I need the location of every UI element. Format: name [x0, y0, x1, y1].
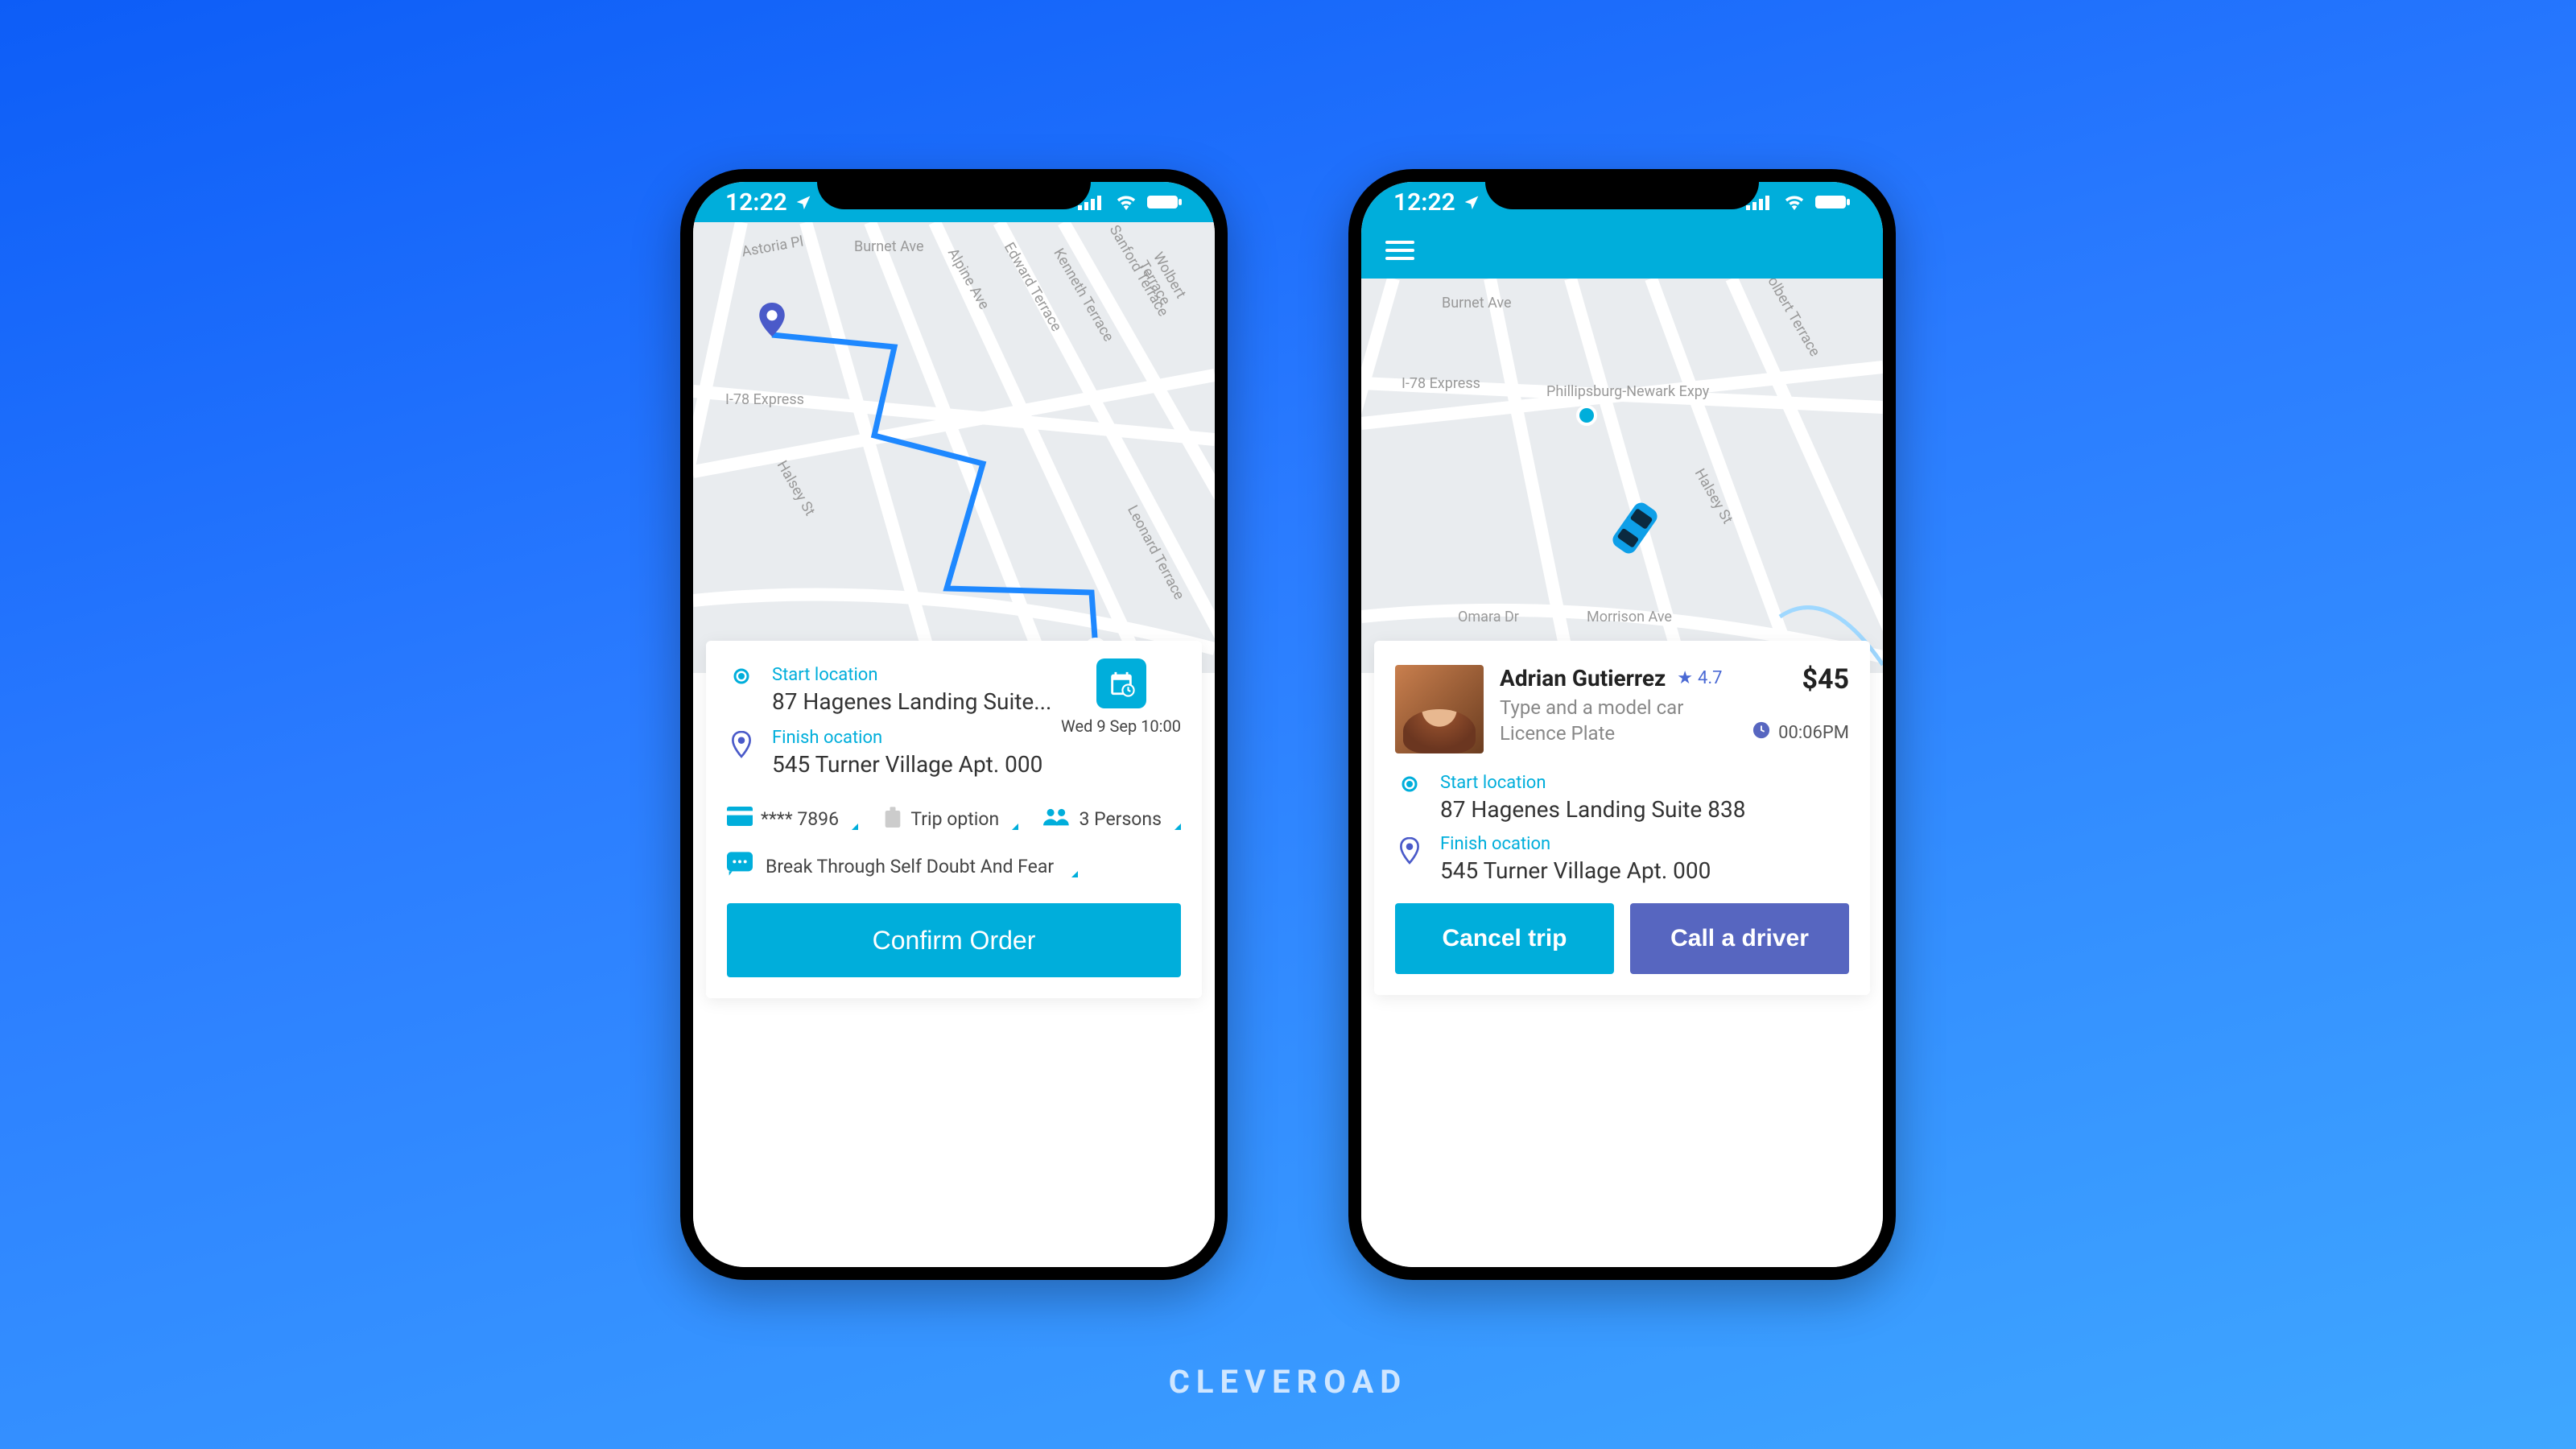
battery-icon — [1815, 188, 1851, 217]
status-time-group: 12:22 — [725, 188, 811, 217]
action-button-row: Cancel trip Call a driver — [1395, 903, 1849, 974]
calendar-button[interactable] — [1096, 658, 1146, 708]
luggage-icon — [883, 805, 902, 832]
finish-pin-icon — [727, 728, 756, 758]
rating-value: 4.7 — [1698, 668, 1723, 688]
corner-indicator-icon — [1174, 824, 1181, 830]
driver-avatar — [1395, 665, 1484, 753]
location-arrow-icon — [1463, 188, 1480, 217]
trip-option[interactable]: Trip option — [883, 805, 1018, 832]
corner-indicator-icon — [852, 824, 858, 830]
menu-icon[interactable] — [1385, 241, 1414, 260]
trip-option-label: Trip option — [910, 808, 999, 830]
star-icon: ★ — [1677, 668, 1693, 688]
blank-area — [693, 998, 1215, 1267]
finish-location-label: Finish ocation — [1440, 834, 1849, 854]
trip-price: $45 — [1802, 663, 1849, 696]
status-time-group: 12:22 — [1393, 188, 1480, 217]
card-icon — [727, 807, 753, 831]
corner-indicator-icon — [1071, 871, 1078, 877]
street-label: Burnet Ave — [854, 238, 924, 255]
persons-option[interactable]: 3 Persons — [1043, 805, 1181, 832]
map-view[interactable]: Astoria Pl Burnet Ave Alpine Ave Edward … — [693, 222, 1215, 673]
brand-watermark: CLEVEROAD — [1169, 1363, 1408, 1401]
map-view[interactable]: Burnet Ave I-78 Express Phillipsburg-New… — [1361, 279, 1883, 673]
notch — [1485, 169, 1759, 209]
confirm-order-button[interactable]: Confirm Order — [727, 903, 1181, 977]
start-location-row[interactable]: Start location 87 Hagenes Landing Suite … — [1395, 773, 1849, 823]
street-label: Phillipsburg-Newark Expy — [1546, 383, 1709, 400]
app-header — [1361, 222, 1883, 279]
phone-mockup-left: 12:22 — [680, 169, 1228, 1280]
car-model: Type and a model car — [1500, 696, 1849, 719]
street-label: Morrison Ave — [1587, 609, 1672, 625]
message-icon — [727, 852, 753, 881]
status-time: 12:22 — [725, 188, 787, 217]
status-right — [1078, 188, 1183, 217]
driver-name: Adrian Gutierrez — [1500, 665, 1666, 691]
call-driver-button[interactable]: Call a driver — [1630, 903, 1849, 974]
cancel-trip-button[interactable]: Cancel trip — [1395, 903, 1614, 974]
phone-mockup-right: 12:22 — [1348, 169, 1896, 1280]
driver-rating: ★ 4.7 — [1677, 668, 1722, 688]
wifi-icon — [1783, 188, 1806, 217]
battery-icon — [1147, 188, 1183, 217]
schedule-block: Wed 9 Sep 10:00 — [1061, 658, 1181, 736]
street-label: Omara Dr — [1458, 609, 1519, 625]
finish-location-value: 545 Turner Village Apt. 000 — [1440, 857, 1849, 884]
options-row: **** 7896 Trip option 3 — [727, 799, 1181, 832]
people-icon — [1043, 807, 1071, 831]
order-card: Wed 9 Sep 10:00 Start location 87 Hagene… — [706, 641, 1202, 998]
start-location-value: 87 Hagenes Landing Suite 838 — [1440, 796, 1849, 823]
corner-indicator-icon — [1012, 824, 1018, 830]
status-time: 12:22 — [1393, 188, 1455, 217]
screen-right: 12:22 — [1361, 182, 1883, 1267]
start-location-label: Start location — [1440, 773, 1849, 793]
notch — [817, 169, 1091, 209]
note-row[interactable]: Break Through Self Doubt And Fear — [727, 852, 1181, 881]
finish-location-value: 545 Turner Village Apt. 000 — [772, 751, 1181, 778]
driver-card: $45 00:06PM Adrian Gutierrez ★ — [1374, 641, 1870, 995]
payment-method[interactable]: **** 7896 — [727, 805, 858, 832]
eta-text: 00:06PM — [1778, 723, 1849, 743]
clock-icon — [1752, 721, 1770, 744]
location-arrow-icon — [795, 188, 811, 217]
finish-location-row[interactable]: Finish ocation 545 Turner Village Apt. 0… — [1395, 834, 1849, 884]
finish-pin-icon — [1395, 834, 1424, 865]
persons-label: 3 Persons — [1079, 808, 1162, 830]
wifi-icon — [1115, 188, 1137, 217]
street-label: I-78 Express — [1402, 375, 1480, 392]
status-right — [1746, 188, 1851, 217]
street-label: I-78 Express — [725, 391, 804, 408]
pin-start-icon — [759, 303, 785, 340]
start-dot-icon — [1395, 773, 1424, 792]
schedule-datetime: Wed 9 Sep 10:00 — [1061, 716, 1181, 736]
payment-masked: **** 7896 — [761, 808, 839, 830]
screen-left: 12:22 — [693, 182, 1215, 1267]
start-dot-icon — [727, 665, 756, 684]
street-label: Burnet Ave — [1442, 295, 1512, 312]
note-text: Break Through Self Doubt And Fear — [766, 856, 1054, 877]
eta-row: 00:06PM — [1752, 721, 1849, 744]
blank-area — [1361, 995, 1883, 1267]
